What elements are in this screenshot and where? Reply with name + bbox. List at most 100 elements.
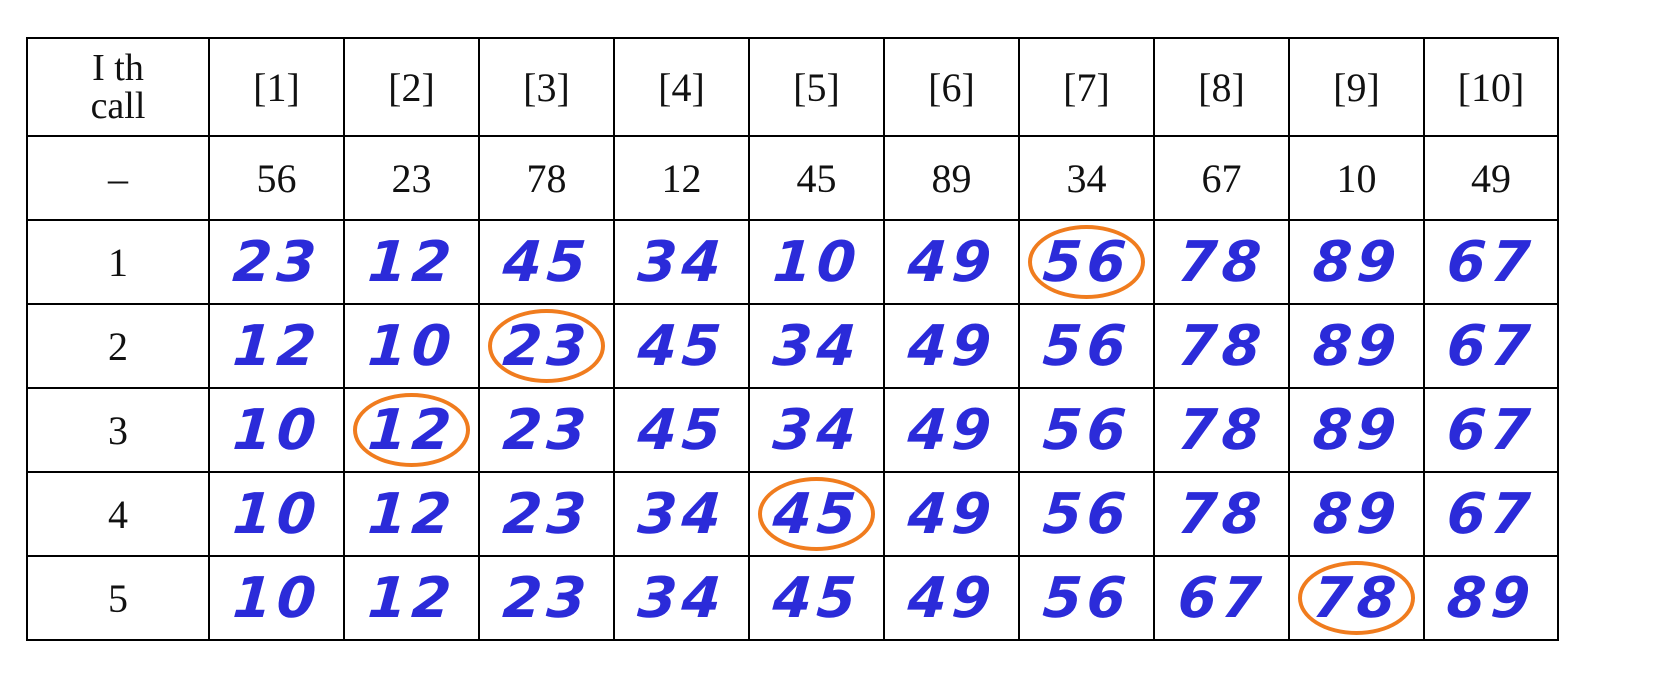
handwritten-value: 56 (1040, 481, 1133, 547)
handwritten-value-cell: 89 (1423, 555, 1559, 641)
handwritten-value: 12 (365, 229, 458, 295)
pass-number-cell: 3 (26, 387, 210, 473)
handwritten-value: 89 (1310, 481, 1403, 547)
handwritten-value: 12 (365, 397, 458, 463)
pass-number-cell: 4 (26, 471, 210, 557)
handwritten-value: 67 (1444, 229, 1538, 295)
handwritten-value: 56 (1040, 565, 1133, 631)
table-body: I th call [1] [2] [3] [4] [5] [6] [7] [8… (26, 37, 1559, 641)
handwritten-value-cell: 78 (1153, 471, 1290, 557)
handwritten-value-cell: 56 (1018, 387, 1155, 473)
handwritten-value: 10 (770, 229, 863, 295)
handwritten-value: 10 (230, 565, 323, 631)
handwritten-value-cell: 49 (883, 471, 1020, 557)
initial-array-row: – 56 23 78 12 45 89 34 67 10 49 (26, 135, 1559, 221)
handwritten-value-cell: 12 (343, 555, 480, 641)
handwritten-value: 89 (1444, 565, 1538, 631)
index-header-cell: [7] (1018, 37, 1155, 137)
handwritten-value: 49 (905, 565, 998, 631)
initial-value-cell: 78 (478, 135, 615, 221)
handwritten-value: 78 (1310, 565, 1403, 631)
handwritten-value: 49 (905, 313, 998, 379)
handwritten-value-cell: 34 (613, 471, 750, 557)
handwritten-value-cell: 67 (1153, 555, 1290, 641)
initial-value-cell: 56 (208, 135, 345, 221)
handwritten-value-cell: 10 (208, 387, 345, 473)
quicksort-trace-table: I th call [1] [2] [3] [4] [5] [6] [7] [8… (26, 37, 1559, 641)
handwritten-value-cell: 67 (1423, 387, 1559, 473)
index-header-cell: [6] (883, 37, 1020, 137)
handwritten-value-cell: 67 (1423, 303, 1559, 389)
handwritten-value-cell: 23 (208, 219, 345, 305)
pass-row: 1 23 12 45 34 10 49 56 78 89 67 (26, 219, 1559, 305)
pivot-value-cell: 45 (748, 471, 885, 557)
initial-value-cell: 67 (1153, 135, 1290, 221)
handwritten-value: 67 (1444, 481, 1538, 547)
handwritten-value: 23 (500, 313, 593, 379)
pass-number-cell: 2 (26, 303, 210, 389)
handwritten-value: 78 (1175, 397, 1268, 463)
handwritten-value: 56 (1040, 397, 1133, 463)
initial-value-cell: 12 (613, 135, 750, 221)
index-header-cell: [1] (208, 37, 345, 137)
initial-value-cell: 49 (1423, 135, 1559, 221)
handwritten-value-cell: 12 (343, 219, 480, 305)
handwritten-value-cell: 45 (748, 555, 885, 641)
handwritten-value: 45 (635, 397, 728, 463)
handwritten-value-cell: 89 (1288, 219, 1425, 305)
handwritten-value-cell: 49 (883, 219, 1020, 305)
quicksort-trace-table-wrapper: I th call [1] [2] [3] [4] [5] [6] [7] [8… (26, 37, 1559, 641)
handwritten-value: 23 (500, 397, 593, 463)
handwritten-value-cell: 67 (1423, 219, 1559, 305)
handwritten-value-cell: 56 (1018, 555, 1155, 641)
index-header-cell: [10] (1423, 37, 1559, 137)
handwritten-value-cell: 10 (748, 219, 885, 305)
handwritten-value: 67 (1175, 565, 1268, 631)
handwritten-value: 78 (1175, 481, 1268, 547)
initial-value-cell: 23 (343, 135, 480, 221)
handwritten-value-cell: 49 (883, 387, 1020, 473)
pass-row: 4 10 12 23 34 45 49 56 78 89 67 (26, 471, 1559, 557)
corner-header-cell: I th call (26, 37, 210, 137)
handwritten-value-cell: 10 (208, 555, 345, 641)
handwritten-value-cell: 78 (1153, 387, 1290, 473)
handwritten-value: 12 (365, 481, 458, 547)
handwritten-value-cell: 89 (1288, 471, 1425, 557)
handwritten-value-cell: 12 (343, 471, 480, 557)
initial-value-cell: 34 (1018, 135, 1155, 221)
handwritten-value-cell: 34 (748, 303, 885, 389)
index-header-cell: [3] (478, 37, 615, 137)
corner-header-label: I th call (90, 47, 146, 127)
handwritten-value-cell: 23 (478, 471, 615, 557)
handwritten-value-cell: 78 (1153, 303, 1290, 389)
handwritten-value: 49 (905, 229, 998, 295)
handwritten-value-cell: 45 (613, 303, 750, 389)
initial-value-cell: 10 (1288, 135, 1425, 221)
handwritten-value: 49 (905, 397, 998, 463)
handwritten-value-cell: 34 (613, 219, 750, 305)
pass-row: 2 12 10 23 45 34 49 56 78 89 67 (26, 303, 1559, 389)
handwritten-value-cell: 45 (613, 387, 750, 473)
handwritten-value: 34 (635, 565, 728, 631)
handwritten-value: 89 (1310, 229, 1403, 295)
handwritten-value: 34 (770, 397, 863, 463)
handwritten-value: 67 (1444, 397, 1538, 463)
handwritten-value: 10 (230, 397, 323, 463)
handwritten-value: 34 (635, 481, 728, 547)
handwritten-value-cell: 56 (1018, 303, 1155, 389)
handwritten-value-cell: 12 (208, 303, 345, 389)
handwritten-value-cell: 89 (1288, 303, 1425, 389)
handwritten-value: 89 (1310, 397, 1403, 463)
handwritten-value: 23 (500, 481, 593, 547)
initial-row-label: – (26, 135, 210, 221)
index-header-cell: [5] (748, 37, 885, 137)
handwritten-value: 45 (500, 229, 593, 295)
index-header-cell: [9] (1288, 37, 1425, 137)
index-header-cell: [2] (343, 37, 480, 137)
handwritten-value: 78 (1175, 313, 1268, 379)
handwritten-value-cell: 67 (1423, 471, 1559, 557)
handwritten-value-cell: 34 (613, 555, 750, 641)
handwritten-value: 45 (770, 565, 863, 631)
handwritten-value-cell: 23 (478, 387, 615, 473)
handwritten-value-cell: 49 (883, 303, 1020, 389)
